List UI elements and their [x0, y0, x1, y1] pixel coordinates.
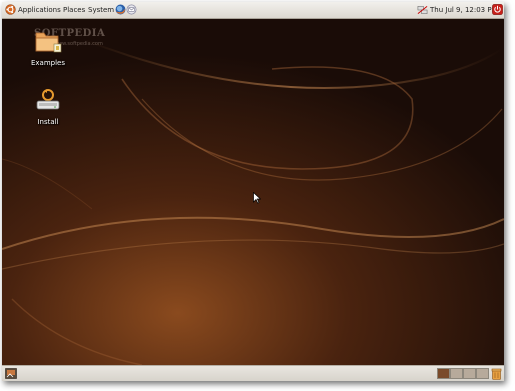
- show-desktop-icon[interactable]: [5, 368, 17, 379]
- network-icon[interactable]: [417, 5, 428, 15]
- trash-icon[interactable]: [491, 368, 502, 380]
- applications-menu[interactable]: Applications: [18, 5, 61, 15]
- folder-icon: [35, 32, 62, 53]
- desktop-icon-install[interactable]: Install: [23, 87, 73, 126]
- workspace-4[interactable]: [476, 368, 489, 379]
- places-menu[interactable]: Places: [63, 5, 85, 15]
- workspace-2[interactable]: [450, 368, 463, 379]
- desktop-icon-examples[interactable]: Examples: [23, 28, 73, 67]
- desktop-window: Applications Places System Thu Jul 9, 12…: [2, 2, 504, 381]
- mouse-cursor-icon: [253, 192, 261, 204]
- firefox-icon[interactable]: [115, 4, 126, 15]
- workspace-3[interactable]: [463, 368, 476, 379]
- desktop-icon-label: Install: [37, 118, 59, 126]
- install-icon: [36, 89, 60, 110]
- power-icon[interactable]: [492, 4, 503, 15]
- clock[interactable]: Thu Jul 9, 12:03 PM: [430, 5, 498, 15]
- top-panel: Applications Places System Thu Jul 9, 12…: [2, 2, 504, 19]
- email-icon[interactable]: [126, 4, 137, 15]
- desktop[interactable]: SOFTPEDIA www.softpedia.com Examples Ins…: [2, 19, 504, 365]
- desktop-icon-label: Examples: [30, 59, 65, 67]
- workspace-1[interactable]: [437, 368, 450, 379]
- ubuntu-logo-icon[interactable]: [5, 4, 16, 15]
- bottom-panel: [2, 365, 504, 381]
- screenshot: Applications Places System Thu Jul 9, 12…: [0, 0, 515, 391]
- system-menu[interactable]: System: [88, 5, 114, 15]
